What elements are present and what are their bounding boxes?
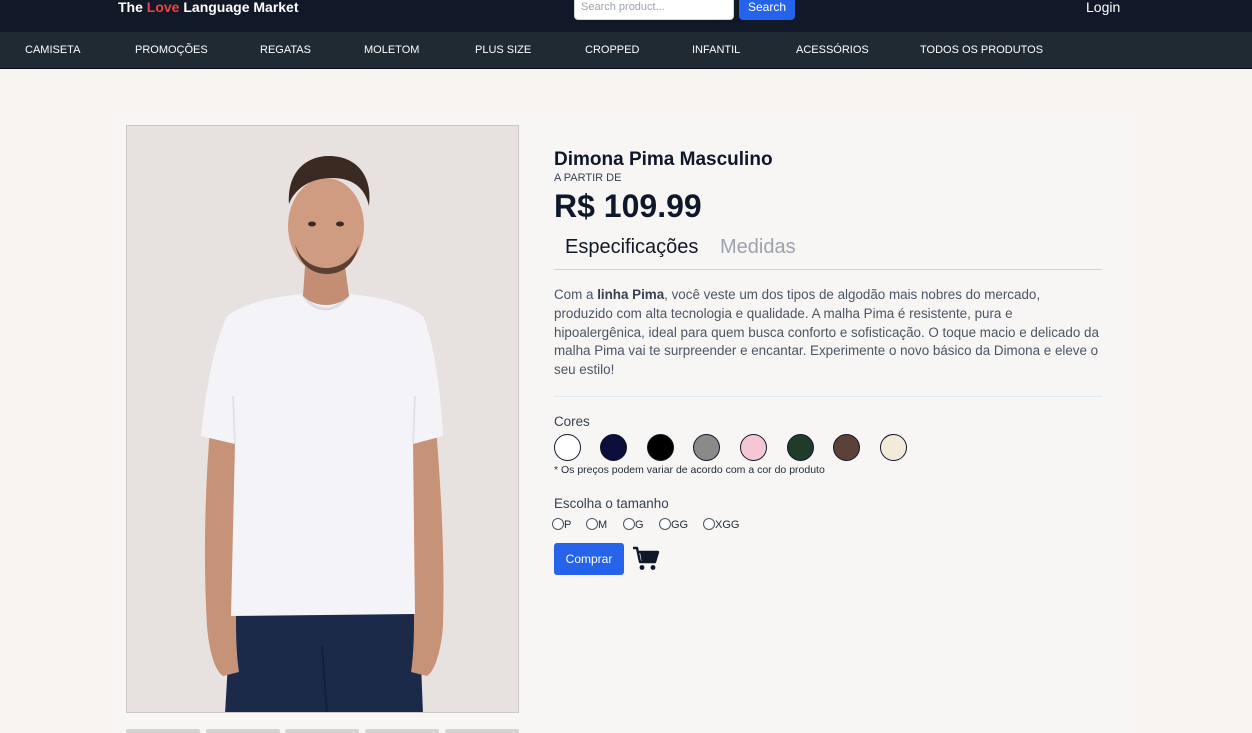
description-lead: Com a (554, 287, 594, 302)
brand-love: Love (146, 0, 180, 15)
color-swatch-pink[interactable] (740, 434, 767, 461)
nav-item-infantil[interactable]: INFANTIL (692, 32, 740, 68)
color-swatch-white[interactable] (554, 434, 581, 461)
color-swatch-navy[interactable] (600, 434, 627, 461)
colors-label: Cores (554, 414, 590, 429)
size-option-gg[interactable]: GG (659, 518, 688, 532)
tab-especificacoes[interactable]: Especificações (565, 236, 698, 259)
price-note: * Os preços podem variar de acordo com a… (554, 464, 825, 476)
size-option-p[interactable]: P (552, 518, 571, 532)
size-label: Escolha o tamanho (554, 496, 669, 511)
brand-prefix: The (118, 0, 143, 15)
size-option-label: GG (671, 519, 689, 531)
brand-suffix: Language Market (183, 0, 299, 15)
nav-item-acessorios[interactable]: ACESSÓRIOS (796, 32, 869, 68)
size-option-label: M (598, 519, 608, 531)
category-nav: CAMISETA PROMOÇÕES REGATAS MOLETOM PLUS … (0, 32, 1252, 69)
size-option-label: P (564, 519, 572, 531)
color-swatch-black[interactable] (647, 434, 674, 461)
buy-button[interactable]: Comprar (554, 543, 624, 575)
color-swatch-green[interactable] (787, 434, 814, 461)
price-from-label: A PARTIR DE (554, 172, 622, 184)
color-swatch-brown[interactable] (833, 434, 860, 461)
thumbnail-5[interactable] (445, 729, 519, 733)
radio-icon[interactable] (586, 518, 598, 530)
search-input[interactable] (574, 0, 734, 20)
product-photo (126, 125, 519, 713)
radio-icon[interactable] (552, 518, 564, 530)
thumbnail-3[interactable] (285, 729, 359, 733)
nav-item-promocoes[interactable]: PROMOÇÕES (135, 32, 208, 68)
radio-icon[interactable] (659, 518, 671, 530)
product-price: R$ 109.99 (554, 188, 702, 224)
shopping-cart-icon[interactable] (632, 546, 660, 572)
size-option-label: XGG (715, 519, 740, 531)
login-link[interactable]: Login (1086, 0, 1120, 15)
radio-icon[interactable] (623, 518, 635, 530)
description-divider (554, 396, 1102, 397)
thumbnail-1[interactable] (126, 729, 200, 733)
size-option-g[interactable]: G (623, 518, 644, 532)
nav-item-todos-os-produtos[interactable]: TODOS OS PRODUTOS (920, 32, 1043, 68)
nav-item-moletom[interactable]: MOLETOM (364, 32, 419, 68)
brand-logo[interactable]: The Love Language Market (118, 0, 299, 15)
color-swatch-gray[interactable] (693, 434, 720, 461)
description-bold: linha Pima (597, 287, 665, 302)
thumbnail-4[interactable] (365, 729, 439, 733)
product-description: Com a linha Pima, você veste um dos tipo… (554, 286, 1102, 380)
radio-icon[interactable] (703, 518, 715, 530)
color-swatch-cream[interactable] (880, 434, 907, 461)
nav-item-cropped[interactable]: CROPPED (585, 32, 639, 68)
size-option-m[interactable]: M (586, 518, 607, 532)
tabs-divider (554, 269, 1102, 270)
size-option-xgg[interactable]: XGG (703, 518, 739, 532)
nav-item-regatas[interactable]: REGATAS (260, 32, 311, 68)
search-button[interactable]: Search (739, 0, 795, 20)
nav-item-camiseta[interactable]: CAMISETA (25, 32, 80, 68)
top-header: The Love Language Market Search Login (0, 0, 1252, 32)
size-option-label: G (635, 519, 644, 531)
nav-item-plus-size[interactable]: PLUS SIZE (475, 32, 531, 68)
thumbnail-2[interactable] (206, 729, 280, 733)
product-title: Dimona Pima Masculino (554, 149, 773, 170)
tab-medidas[interactable]: Medidas (720, 236, 796, 259)
